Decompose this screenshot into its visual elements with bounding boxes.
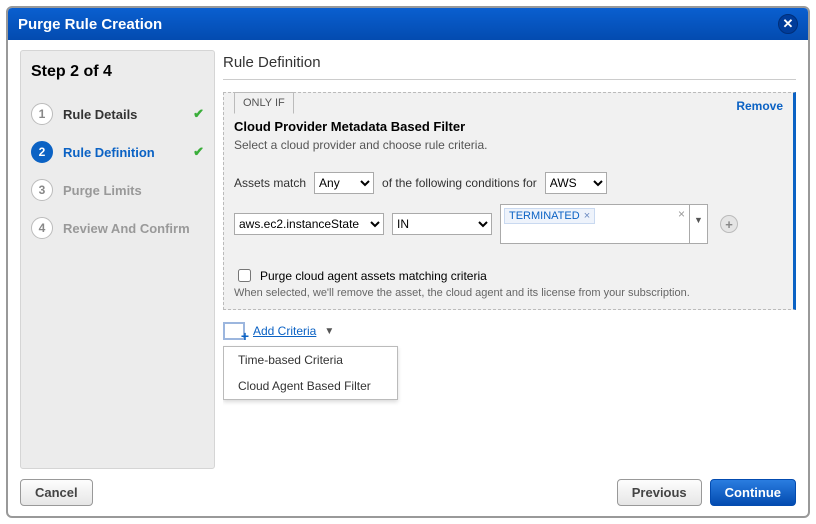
- purge-agent-checkbox[interactable]: [238, 269, 251, 282]
- step-circle: 2: [31, 141, 53, 163]
- dialog-window: Purge Rule Creation ✕ Step 2 of 4 1 Rule…: [6, 6, 810, 518]
- page-title: Rule Definition: [223, 50, 796, 80]
- add-criteria-link[interactable]: Add Criteria: [253, 324, 316, 338]
- value-tag: TERMINATED ×: [504, 208, 595, 224]
- dialog-body: Step 2 of 4 1 Rule Details ✔ 2 Rule Defi…: [8, 40, 808, 471]
- remove-link[interactable]: Remove: [736, 99, 783, 113]
- rule-row: aws.ec2.instanceState IN TERMINATED × ×: [234, 204, 783, 244]
- step-circle: 3: [31, 179, 53, 201]
- step-label: Rule Details: [63, 107, 137, 122]
- sidebar-step-2[interactable]: 2 Rule Definition ✔: [31, 133, 204, 171]
- values-dropdown-toggle[interactable]: ▼: [690, 204, 708, 244]
- add-condition-icon[interactable]: +: [720, 215, 738, 233]
- tag-remove-icon[interactable]: ×: [584, 210, 590, 222]
- only-if-tab: ONLY IF: [234, 92, 294, 114]
- titlebar: Purge Rule Creation ✕: [8, 8, 808, 40]
- filter-title: Cloud Provider Metadata Based Filter: [234, 119, 783, 134]
- add-criteria-row: Add Criteria ▼: [223, 322, 796, 340]
- step-label: Rule Definition: [63, 145, 155, 160]
- tag-text: TERMINATED: [509, 210, 580, 222]
- continue-button[interactable]: Continue: [710, 479, 796, 506]
- close-icon[interactable]: ✕: [778, 14, 798, 34]
- step-circle: 4: [31, 217, 53, 239]
- wizard-sidebar: Step 2 of 4 1 Rule Details ✔ 2 Rule Defi…: [20, 50, 215, 469]
- window-title: Purge Rule Creation: [18, 16, 162, 33]
- purge-checkbox-row: Purge cloud agent assets matching criter…: [234, 266, 783, 285]
- sidebar-step-title: Step 2 of 4: [31, 63, 204, 81]
- purge-checkbox-label: Purge cloud agent assets matching criter…: [260, 269, 487, 283]
- purge-note: When selected, we'll remove the asset, t…: [234, 287, 783, 299]
- dialog-footer: Cancel Previous Continue: [8, 471, 808, 516]
- sidebar-step-3[interactable]: 3 Purge Limits: [31, 171, 204, 209]
- add-criteria-icon: [223, 322, 245, 340]
- chevron-down-icon: ▼: [324, 326, 334, 337]
- menu-item-time-based[interactable]: Time-based Criteria: [224, 347, 397, 373]
- provider-select[interactable]: AWS: [545, 172, 607, 194]
- clear-values-icon[interactable]: ×: [678, 207, 685, 221]
- filter-subtitle: Select a cloud provider and choose rule …: [234, 138, 783, 152]
- assets-match-label: Assets match: [234, 176, 306, 190]
- attribute-select[interactable]: aws.ec2.instanceState: [234, 213, 384, 235]
- criteria-box: ONLY IF Remove Cloud Provider Metadata B…: [223, 92, 796, 310]
- conditions-label: of the following conditions for: [382, 176, 537, 190]
- main-panel: Rule Definition ONLY IF Remove Cloud Pro…: [223, 50, 796, 469]
- check-icon: ✔: [193, 106, 204, 122]
- match-row: Assets match Any of the following condit…: [234, 172, 783, 194]
- value-tagbox[interactable]: TERMINATED × ×: [500, 204, 690, 244]
- check-icon: ✔: [193, 144, 204, 160]
- sidebar-step-4[interactable]: 4 Review And Confirm: [31, 209, 204, 247]
- previous-button[interactable]: Previous: [617, 479, 702, 506]
- match-mode-select[interactable]: Any: [314, 172, 374, 194]
- add-criteria-menu: Time-based Criteria Cloud Agent Based Fi…: [223, 346, 398, 400]
- cancel-button[interactable]: Cancel: [20, 479, 93, 506]
- step-circle: 1: [31, 103, 53, 125]
- step-label: Review And Confirm: [63, 221, 190, 236]
- sidebar-step-1[interactable]: 1 Rule Details ✔: [31, 95, 204, 133]
- operator-select[interactable]: IN: [392, 213, 492, 235]
- menu-item-cloud-agent-filter[interactable]: Cloud Agent Based Filter: [224, 373, 397, 399]
- step-label: Purge Limits: [63, 183, 142, 198]
